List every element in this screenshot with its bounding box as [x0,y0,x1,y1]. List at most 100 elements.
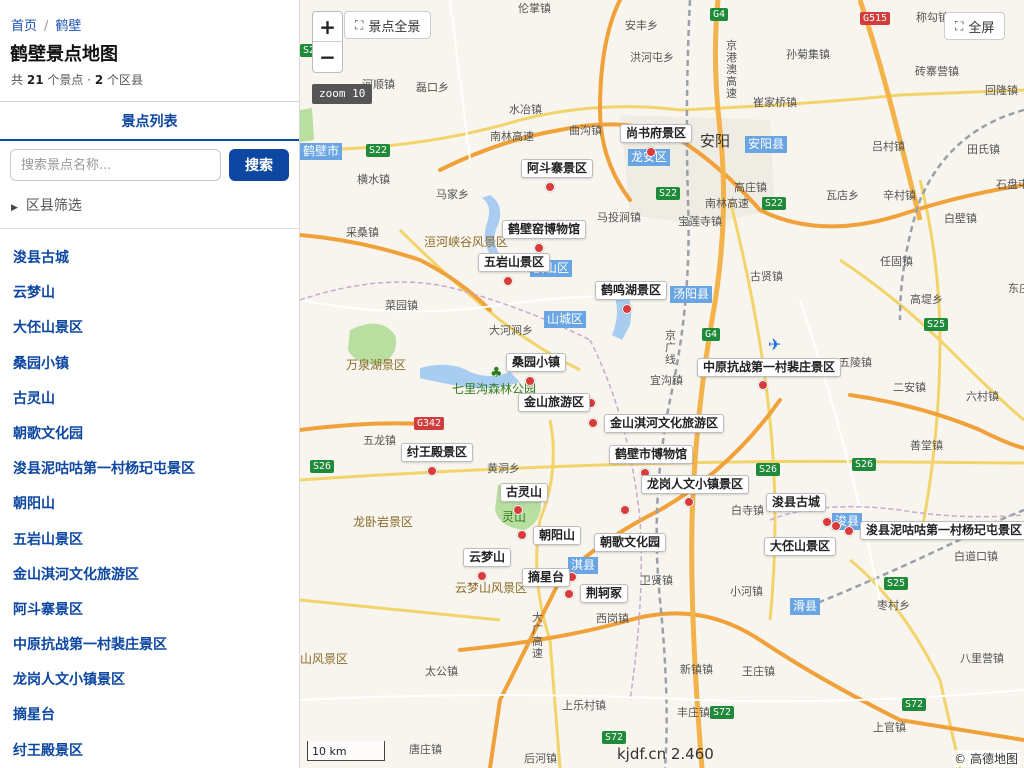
poi-marker[interactable] [534,243,544,253]
poi-marker[interactable] [758,380,768,390]
poi-label[interactable]: 鹤壁窑博物馆 [502,220,587,239]
poi-marker[interactable] [831,521,841,531]
poi-marker[interactable] [503,276,513,286]
poi-marker[interactable] [844,526,854,536]
poi-label[interactable]: 金山淇河文化旅游区 [604,414,725,433]
place-label: 采桑镇 [346,226,379,239]
spot-list-item[interactable]: 桑园小镇 [0,347,299,382]
spot-list-item[interactable]: 古灵山 [0,382,299,417]
place-label: 五陵镇 [839,356,872,369]
place-label: 伦掌镇 [518,2,551,15]
spot-list-item[interactable]: 朝歌文化园 [0,417,299,452]
poi-marker[interactable] [564,589,574,599]
spot-list-item[interactable]: 龙岗人文小镇景区 [0,663,299,698]
expand-icon: ⛶ [355,17,364,32]
place-label: 六村镇 [966,390,999,403]
poi-marker[interactable] [525,376,535,386]
spot-list-item[interactable]: 五岩山景区 [0,523,299,558]
summary-spot-count: 21 [26,73,44,87]
spot-list-item[interactable]: 云梦山 [0,276,299,311]
poi-label[interactable]: 龙岗人文小镇景区 [641,475,750,494]
road-shield: S72 [602,731,627,744]
road-name-label: 大广高速 [532,611,543,660]
place-label: 上官镇 [873,721,906,734]
place-label: 吕村镇 [872,140,905,153]
place-label: 白寺镇 [731,504,764,517]
poi-marker[interactable] [427,466,437,476]
tab-spot-list[interactable]: 景点列表 [0,101,299,141]
poi-marker[interactable] [622,304,632,314]
road-shield: G4 [702,328,721,341]
caret-right-icon: ▶ [11,203,18,213]
poi-marker[interactable] [513,505,523,515]
place-label: 瓦店乡 [826,189,859,202]
poi-marker[interactable] [620,505,630,515]
spot-list-item[interactable]: 浚县古城 [0,241,299,276]
scale-bar: 10 km [307,741,385,761]
spot-list-item[interactable]: 中原抗战第一村裴庄景区 [0,628,299,663]
poi-label[interactable]: 中原抗战第一村裴庄景区 [697,358,842,377]
breadcrumb-current-link[interactable]: 鹤壁 [55,19,81,34]
fit-all-spots-button[interactable]: ⛶ 景点全景 [344,11,432,39]
zoom-out-button[interactable]: − [313,42,342,72]
poi-marker[interactable] [517,530,527,540]
search-button[interactable]: 搜索 [229,149,289,181]
fullscreen-button[interactable]: ⛶ 全屏 [944,12,1006,40]
district-label: 山城区 [544,311,587,328]
poi-label[interactable]: 古灵山 [500,483,549,502]
poi-label[interactable]: 尚书府景区 [620,124,693,143]
zoom-in-button[interactable]: + [313,12,342,42]
poi-label[interactable]: 荆轲冢 [580,584,629,603]
place-label: 王庄镇 [742,665,775,678]
park-icon: ♣ [490,365,503,381]
spot-list-item[interactable]: 大伾山景区 [0,311,299,346]
airport-icon: ✈ [768,335,781,354]
poi-label[interactable]: 摘星台 [522,568,571,587]
place-label: 安丰乡 [625,19,658,32]
place-label: 宝莲寺镇 [678,215,722,228]
fullscreen-icon: ⛶ [955,18,964,33]
place-label: 上乐村镇 [562,699,606,712]
poi-marker[interactable] [545,182,555,192]
poi-marker[interactable] [646,147,656,157]
poi-label[interactable]: 金山旅游区 [518,393,591,412]
poi-label[interactable]: 五岩山景区 [478,253,551,272]
place-label: 宜沟镇 [650,374,683,387]
poi-label[interactable]: 朝阳山 [533,526,582,545]
place-label: 卫贤镇 [640,574,673,587]
poi-marker[interactable] [477,571,487,581]
poi-marker[interactable] [588,418,598,428]
spot-list-item[interactable]: 浚县泥咕咕第一村杨玘屯景区 [0,452,299,487]
search-input[interactable] [10,149,221,181]
road-shield: S22 [762,197,787,210]
poi-label[interactable]: 大伾山景区 [764,537,837,556]
place-label: 砖寨营镇 [915,65,959,78]
poi-label[interactable]: 桑园小镇 [506,353,567,372]
spot-list-item[interactable]: 摘星台 [0,698,299,733]
scenic-area-label: 龙卧岩景区 [353,515,414,529]
poi-label[interactable]: 浚县泥咕咕第一村杨玘屯景区 [860,521,1024,540]
poi-label[interactable]: 鹤壁市博物馆 [609,445,694,464]
road-shield: S26 [852,458,877,471]
breadcrumb-home-link[interactable]: 首页 [11,19,37,34]
place-label: 后河镇 [524,752,557,765]
spot-list-item[interactable]: 朝阳山 [0,487,299,522]
divider [0,228,299,229]
place-label: 孙菊集镇 [786,48,830,61]
spot-list-item[interactable]: 阿斗寨景区 [0,593,299,628]
poi-label[interactable]: 阿斗寨景区 [521,159,594,178]
poi-label[interactable]: 朝歌文化园 [594,533,667,552]
version-label: kjdf.cn 2.460 [617,745,714,763]
poi-marker[interactable] [684,497,694,507]
district-filter-toggle[interactable]: ▶ 区县筛选 [11,195,82,215]
spot-list-item[interactable]: 金山淇河文化旅游区 [0,558,299,593]
poi-label[interactable]: 纣王殿景区 [401,443,474,462]
spot-list-item[interactable]: 纣王殿景区 [0,734,299,768]
place-label: 丰庄镇 [677,706,710,719]
poi-label[interactable]: 云梦山 [463,548,512,567]
poi-label[interactable]: 鹤鸣湖景区 [595,281,668,300]
map-canvas[interactable]: ✈ ♣ 安阳 龙安区 安阳县 汤阳县 山城区 淇县 浚县 滑县 鹤山区 鹤壁市 … [300,0,1024,768]
poi-label[interactable]: 浚县古城 [766,493,827,512]
road-shield: S72 [902,698,927,711]
place-label: 善堂镇 [910,439,943,452]
